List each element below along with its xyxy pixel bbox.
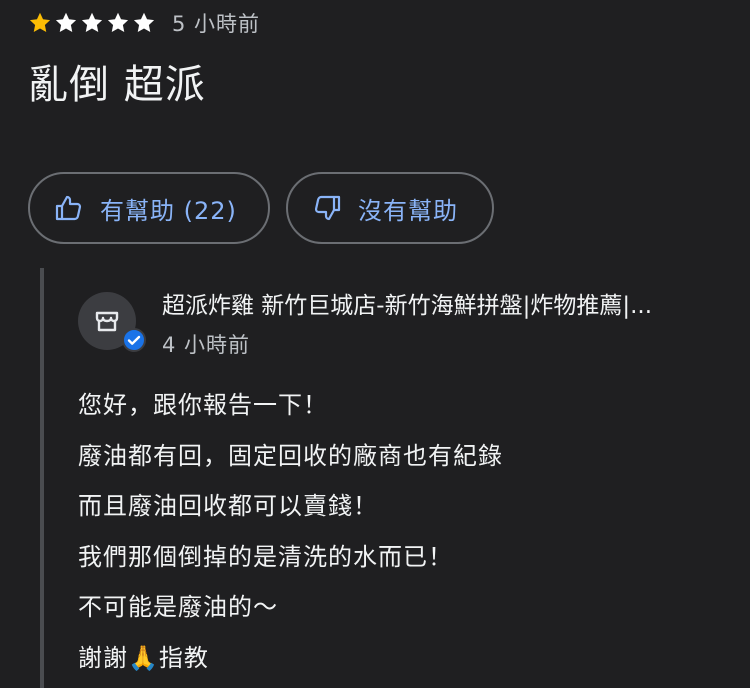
helpful-button[interactable]: 有幫助 (22) [28,172,270,244]
reply-line: 廢油都有回，固定回收的廠商也有紀錄 [78,441,503,470]
thumbs-up-icon [55,195,82,221]
reply-line: 您好，跟你報告一下！ [78,391,328,419]
star-icon [81,12,103,32]
reply-line: 而且廢油回收都可以賣錢！ [78,492,378,520]
reply-line: 不可能是廢油的～ [78,593,278,621]
review-time: 5 小時前 [172,12,261,36]
reply-line: 我們那個倒掉的是清洗的水而已！ [78,542,453,571]
owner-name[interactable]: 超派炸雞 新竹巨城店-新竹海鮮拼盤|炸物推薦|... [162,286,738,320]
rating-row: 5 小時前 [28,6,260,40]
star-icon [55,12,77,32]
thumbs-down-icon [314,195,341,221]
reply-text: 您好，跟你報告一下！ 廢油都有回，固定回收的廠商也有紀錄 而且廢油回收都可以賣錢… [78,380,503,683]
verified-check-icon [122,328,146,352]
reply-time: 4 小時前 [162,333,251,357]
vote-buttons: 有幫助 (22) 沒有幫助 [28,172,494,244]
owner-reply: 超派炸雞 新竹巨城店-新竹海鮮拼盤|炸物推薦|... 4 小時前 您好，跟你報告… [40,268,750,688]
reply-line: 謝謝🙏指教 [78,643,209,672]
store-icon [95,311,119,332]
star-icon [29,12,51,32]
not-helpful-label: 沒有幫助 [358,196,458,225]
star-icon [133,12,155,32]
star-rating [28,11,156,35]
review-card: 5 小時前 亂倒 超派 有幫助 (22) 沒有幫助 超派炸雞 新竹巨城店-新竹海… [0,0,750,688]
not-helpful-button[interactable]: 沒有幫助 [286,172,494,244]
review-text: 亂倒 超派 [28,62,206,108]
star-icon [107,12,129,32]
helpful-label: 有幫助 (22) [100,196,237,225]
